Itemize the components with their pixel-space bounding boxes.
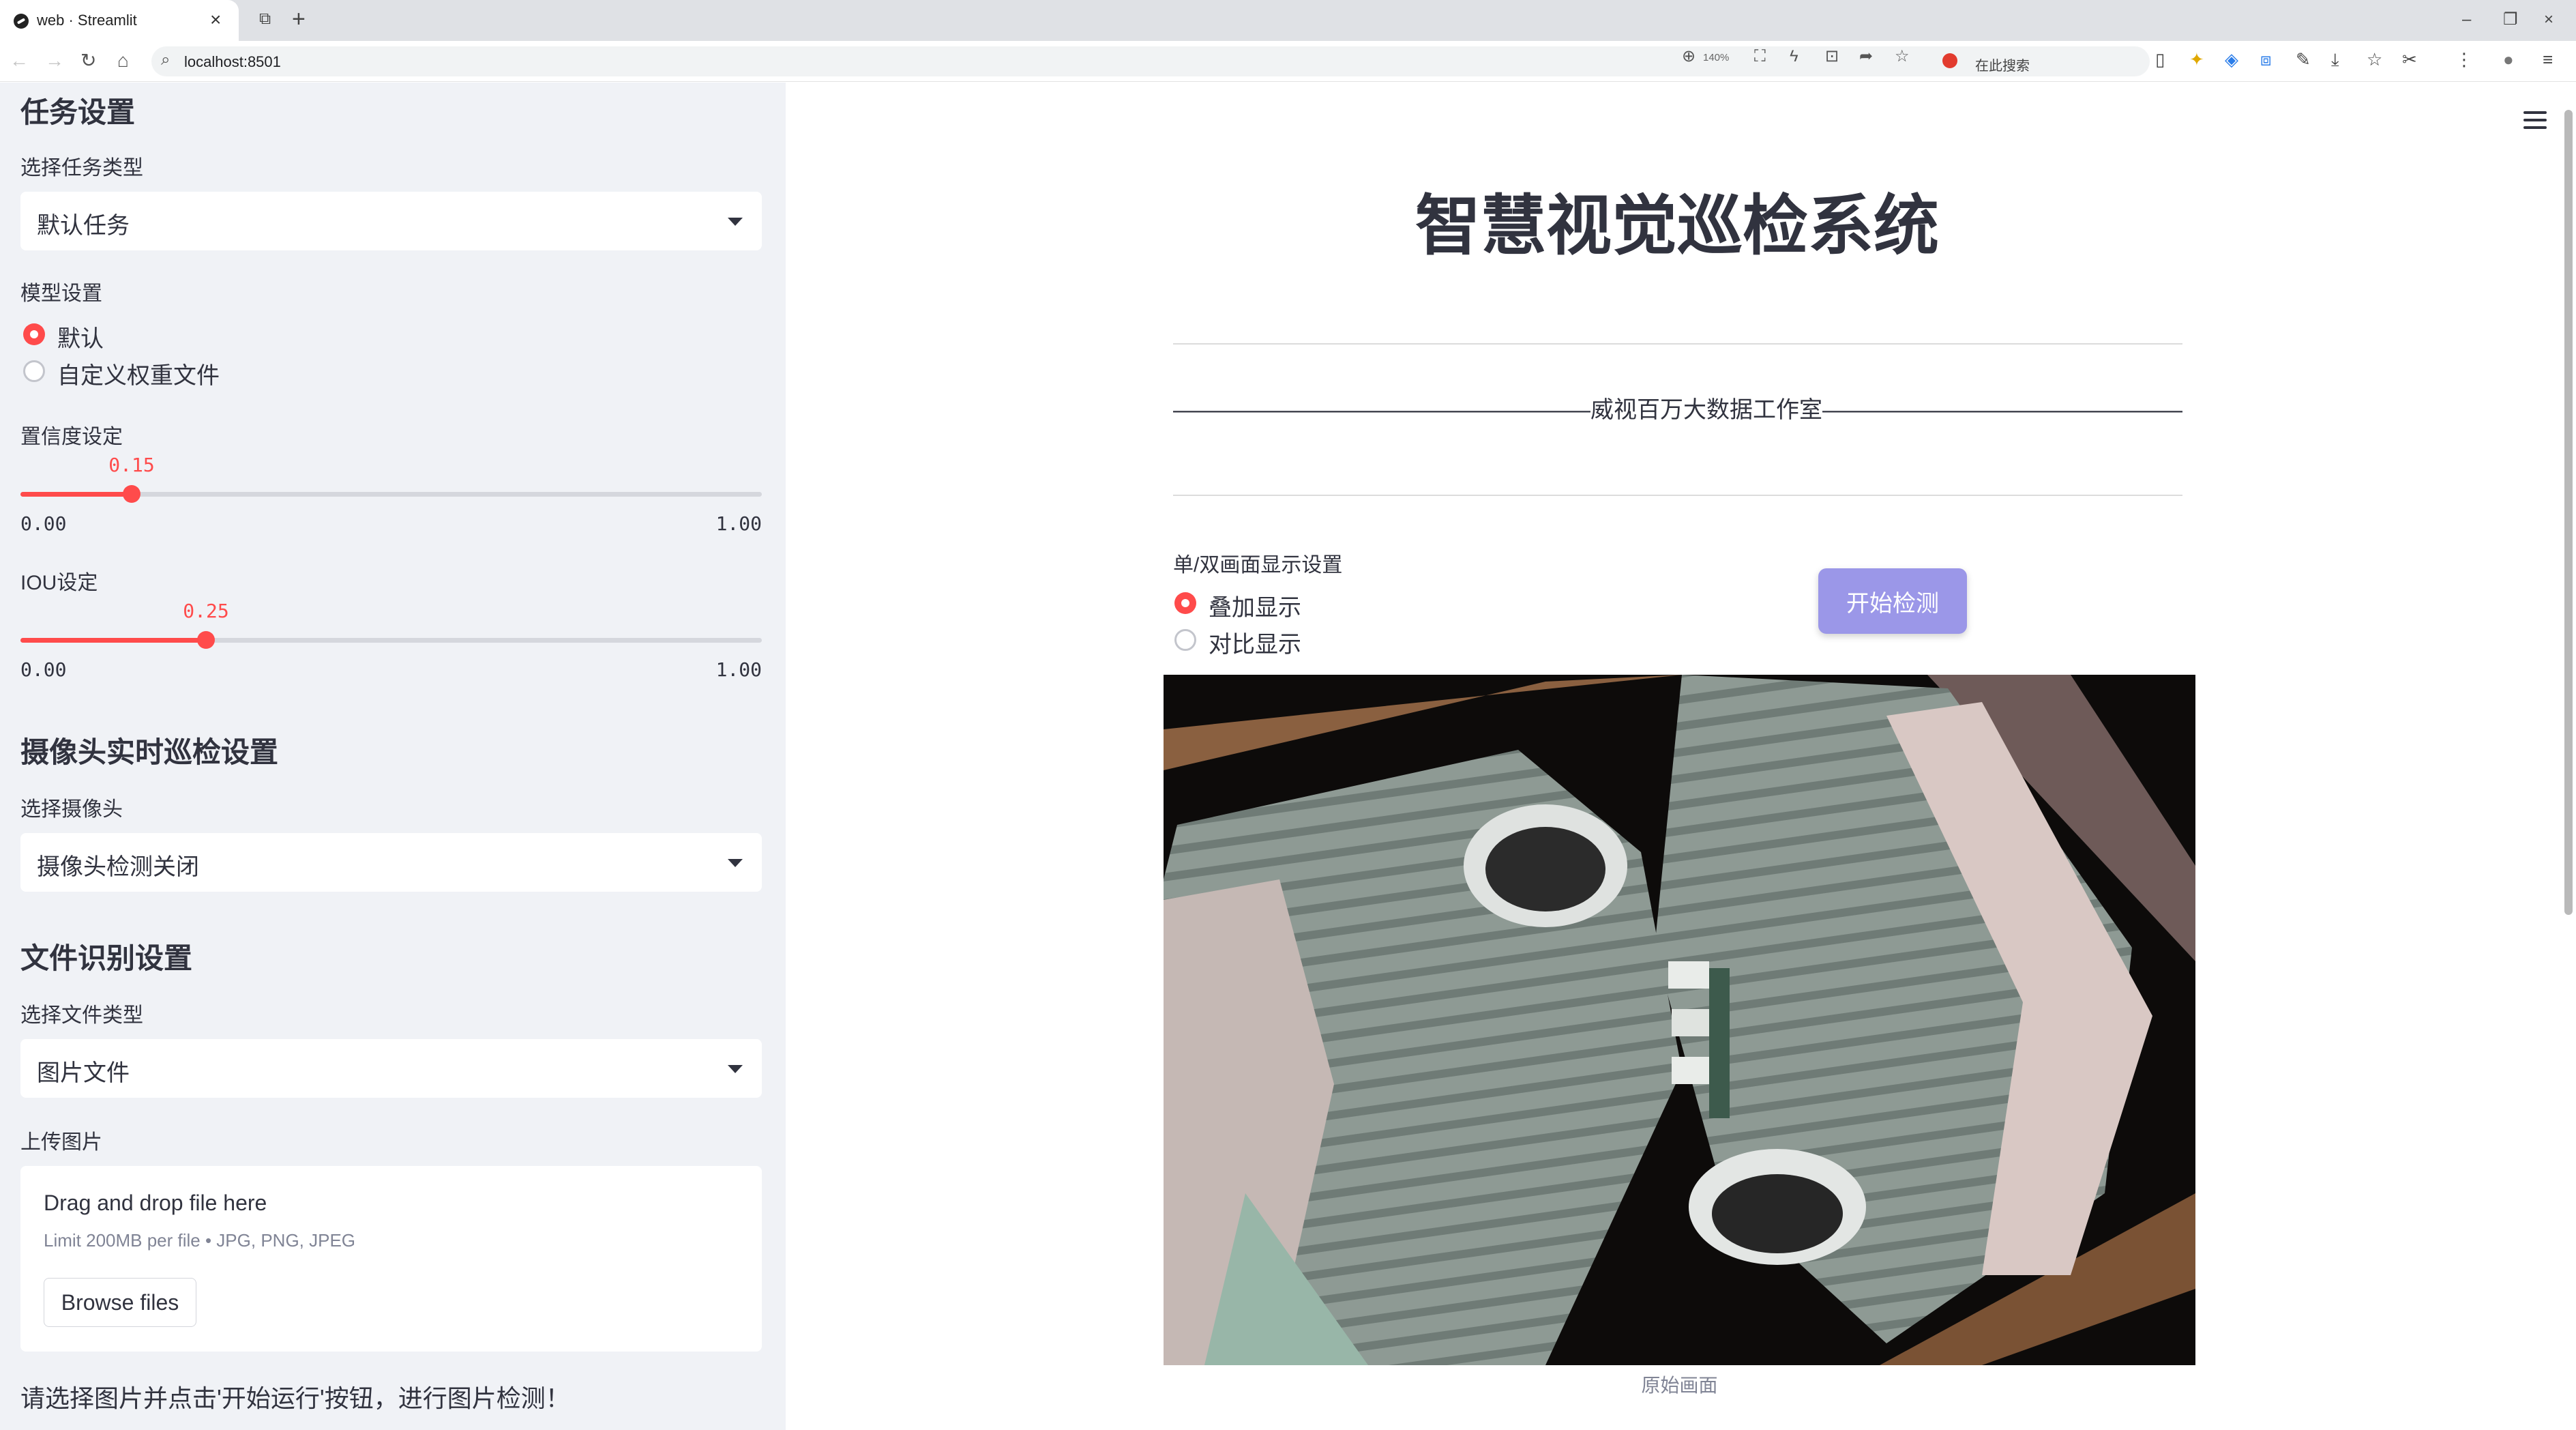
display-mode-label: 单/双画面显示设置 (1173, 554, 1343, 577)
uploader-limit: Limit 200MB per file • JPG, PNG, JPEG (44, 1230, 356, 1251)
profile-avatar-icon[interactable]: ● (2503, 48, 2514, 71)
subtitle: ——————————————————威视百万大数据工作室————————————… (1173, 397, 2182, 423)
reload-icon[interactable]: ↻ (80, 49, 96, 72)
slider-min: 0.00 (20, 512, 67, 535)
search-engine-box[interactable]: 在此搜索 (1937, 46, 2142, 76)
divider (1173, 343, 2182, 345)
file-type-label: 选择文件类型 (20, 1004, 143, 1027)
lightning-icon[interactable]: ϟ (1790, 46, 1798, 67)
pen-extension-icon[interactable]: ✎ (2296, 48, 2311, 71)
forward-icon[interactable]: → (45, 49, 64, 72)
iou-label: IOU设定 (20, 572, 98, 594)
slider-fill (20, 638, 206, 643)
task-type-value: 默认任务 (37, 213, 130, 239)
file-type-value: 图片文件 (37, 1060, 130, 1086)
slider-value: 0.15 (108, 454, 155, 476)
slider-thumb[interactable] (197, 631, 215, 649)
iou-slider[interactable]: 0.25 0.00 1.00 (20, 600, 762, 682)
scrollbar[interactable] (2564, 110, 2573, 915)
home-icon[interactable]: ⌂ (117, 49, 129, 72)
camera-value: 摄像头检测关闭 (37, 854, 199, 880)
extension-icon[interactable]: ✦ (2189, 48, 2204, 71)
tab-close-icon[interactable]: × (210, 8, 221, 31)
search-icon: ⌕ (161, 50, 171, 69)
camera-section-title: 摄像头实时巡检设置 (20, 736, 279, 768)
model-option-label: 默认 (57, 326, 104, 352)
chevron-down-icon (728, 218, 743, 226)
display-option-label: 对比显示 (1209, 632, 1301, 658)
slider-max: 1.00 (715, 512, 762, 535)
favorites-icon[interactable]: ☆ (2367, 48, 2382, 71)
browse-files-button[interactable]: Browse files (44, 1278, 196, 1327)
file-uploader-dropzone[interactable]: Drag and drop file here Limit 200MB per … (20, 1166, 762, 1352)
main-content: 智慧视觉巡检系统 ——————————————————威视百万大数据工作室———… (786, 83, 2576, 1430)
slider-fill (20, 492, 132, 497)
restore-icon[interactable]: ❐ (2503, 8, 2518, 31)
task-type-label: 选择任务类型 (20, 157, 143, 179)
browser-menu-icon[interactable]: ≡ (2543, 48, 2553, 71)
chevron-down-icon (728, 859, 743, 867)
start-detection-button[interactable]: 开始检测 (1818, 568, 1967, 634)
image-caption: 原始画面 (1641, 1375, 1718, 1396)
sneaker-photo (1164, 675, 2195, 1365)
hamburger-menu-icon[interactable] (2523, 111, 2547, 129)
search-engine-icon (1942, 53, 1957, 68)
search-engine-label: 在此搜索 (1975, 59, 2030, 74)
browser-tab[interactable]: web · Streamlit × (0, 0, 239, 41)
confidence-slider[interactable]: 0.15 0.00 1.00 (20, 454, 762, 536)
browser-tab-bar: web · Streamlit × ⧉ + – ❐ × (0, 0, 2576, 41)
divider (1173, 495, 2182, 496)
new-tab-icon[interactable]: + (292, 5, 306, 33)
scissors-icon[interactable]: ✂ (2402, 48, 2417, 71)
tab-title: web · Streamlit (37, 12, 137, 29)
confidence-label: 置信度设定 (20, 426, 123, 448)
file-section-title: 文件识别设置 (20, 942, 193, 974)
extension-icon[interactable]: ◈ (2225, 48, 2238, 71)
bookmark-star-icon[interactable]: ☆ (1895, 46, 1910, 67)
sidebar: 任务设置 选择任务类型 默认任务 模型设置 默认 自定义权重文件 置信度设定 0… (0, 83, 786, 1430)
share-icon[interactable]: ➦ (1859, 46, 1873, 67)
window-close-icon[interactable]: × (2544, 8, 2553, 31)
zoom-icon[interactable]: ⊕ (1682, 46, 1696, 67)
translate-extension-icon[interactable]: ⧈ (2260, 48, 2272, 71)
upload-label: 上传图片 (20, 1131, 102, 1154)
display-option-label: 叠加显示 (1209, 595, 1301, 621)
streamlit-favicon-icon (14, 14, 29, 29)
radio-checked-icon (23, 323, 45, 345)
slider-min: 0.00 (20, 658, 67, 681)
model-label: 模型设置 (20, 282, 102, 305)
upload-hint: 请选择图片并点击'开始运行'按钮，进行图片检测！ (20, 1384, 570, 1412)
camera-label: 选择摄像头 (20, 798, 123, 821)
camera-select[interactable]: 摄像头检测关闭 (20, 833, 762, 892)
translate-icon[interactable]: ⛶ (1754, 46, 1766, 67)
slider-thumb[interactable] (123, 485, 140, 503)
more-menu-icon[interactable]: ⋮ (2455, 48, 2473, 71)
back-icon[interactable]: ← (10, 49, 29, 72)
address-bar[interactable]: ⌕ localhost:8501 (151, 46, 2150, 76)
url-text: localhost:8501 (184, 53, 281, 70)
radio-unchecked-icon (23, 360, 45, 382)
chevron-down-icon (728, 1065, 743, 1073)
task-section-title: 任务设置 (20, 96, 136, 128)
page-title: 智慧视觉巡检系统 (1415, 190, 1939, 263)
slider-value: 0.25 (183, 600, 229, 622)
file-type-select[interactable]: 图片文件 (20, 1039, 762, 1098)
zoom-level: 140% (1703, 52, 1730, 63)
radio-unchecked-icon (1174, 629, 1196, 651)
split-tab-icon[interactable]: ⧉ (259, 10, 271, 29)
screenshot-icon[interactable]: ⊡ (1825, 46, 1839, 67)
radio-checked-icon (1174, 592, 1196, 614)
uploader-title: Drag and drop file here (44, 1191, 267, 1215)
model-option-label: 自定义权重文件 (57, 363, 220, 389)
minimize-icon[interactable]: – (2462, 8, 2471, 31)
download-icon[interactable]: ⤓ (2331, 48, 2339, 71)
original-image (1164, 675, 2195, 1365)
slider-max: 1.00 (715, 658, 762, 681)
task-type-select[interactable]: 默认任务 (20, 192, 762, 250)
mobile-icon[interactable]: ▯ (2155, 48, 2165, 71)
